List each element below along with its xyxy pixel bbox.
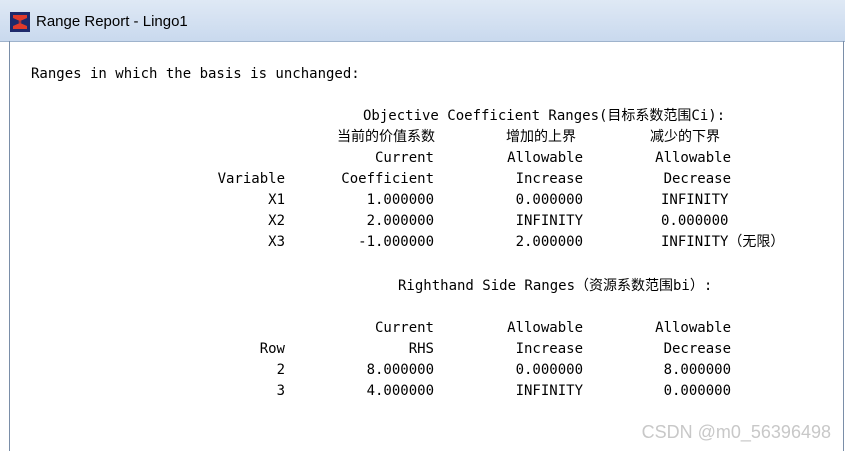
intro-line: Ranges in which the basis is unchanged: [31, 66, 360, 82]
rhs-row-decrease: 8.000000 [663, 362, 731, 378]
rhs-row-rhs: 8.000000 [366, 362, 434, 378]
obj-row-variable: X2 [268, 213, 285, 229]
rhs-header-increase: Increase [515, 341, 583, 357]
obj-row-coefficient: 2.000000 [366, 213, 434, 229]
cn-header-increase: 增加的上界 [506, 129, 576, 145]
title-bar[interactable]: Range Report - Lingo1 [0, 0, 845, 42]
obj-header-allowable-inc: Allowable [507, 150, 583, 166]
rhs-heading: Righthand Side Ranges（资源系数范围bi）: [398, 278, 713, 294]
obj-row-increase: INFINITY [515, 213, 583, 229]
rhs-row-rhs: 4.000000 [366, 383, 434, 399]
obj-row-decrease: INFINITY [661, 192, 729, 208]
rhs-row-decrease: 0.000000 [663, 383, 731, 399]
cn-header-decrease: 减少的下界 [650, 129, 720, 145]
rhs-header-allowable-dec: Allowable [655, 320, 731, 336]
obj-row-decrease: INFINITY（无限） [661, 234, 785, 250]
rhs-header-row: Row [259, 341, 285, 357]
lingo-app-icon[interactable] [10, 12, 30, 32]
rhs-header-rhs: RHS [408, 341, 434, 357]
window-title: Range Report - Lingo1 [36, 13, 188, 30]
rhs-row-increase: 0.000000 [515, 362, 583, 378]
obj-row-increase: 0.000000 [515, 192, 583, 208]
obj-row-coefficient: -1.000000 [358, 234, 434, 250]
obj-header-coefficient: Coefficient [341, 171, 434, 187]
obj-header-current: Current [374, 150, 434, 166]
obj-row-coefficient: 1.000000 [366, 192, 434, 208]
watermark: CSDN @m0_56396498 [641, 422, 831, 442]
objective-heading: Objective Coefficient Ranges(目标系数范围Ci): [363, 108, 726, 124]
rhs-row-increase: INFINITY [515, 383, 583, 399]
obj-row-variable: X3 [268, 234, 285, 250]
rhs-header-decrease: Decrease [663, 341, 731, 357]
window-border-right [843, 41, 844, 451]
rhs-row-number: 3 [276, 383, 285, 399]
report-text-area[interactable]: Ranges in which the basis is unchanged: … [10, 42, 843, 451]
obj-row-increase: 2.000000 [515, 234, 583, 250]
rhs-header-allowable-inc: Allowable [507, 320, 583, 336]
cn-header-current: 当前的价值系数 [337, 129, 435, 145]
rhs-header-current: Current [374, 320, 434, 336]
rhs-row-number: 2 [276, 362, 285, 378]
obj-header-decrease: Decrease [663, 171, 731, 187]
obj-header-allowable-dec: Allowable [655, 150, 731, 166]
range-report-window: Range Report - Lingo1 Ranges in which th… [0, 0, 845, 451]
obj-header-increase: Increase [515, 171, 583, 187]
obj-header-variable: Variable [217, 171, 285, 187]
obj-row-decrease: 0.000000 [661, 213, 729, 229]
obj-row-variable: X1 [268, 192, 285, 208]
